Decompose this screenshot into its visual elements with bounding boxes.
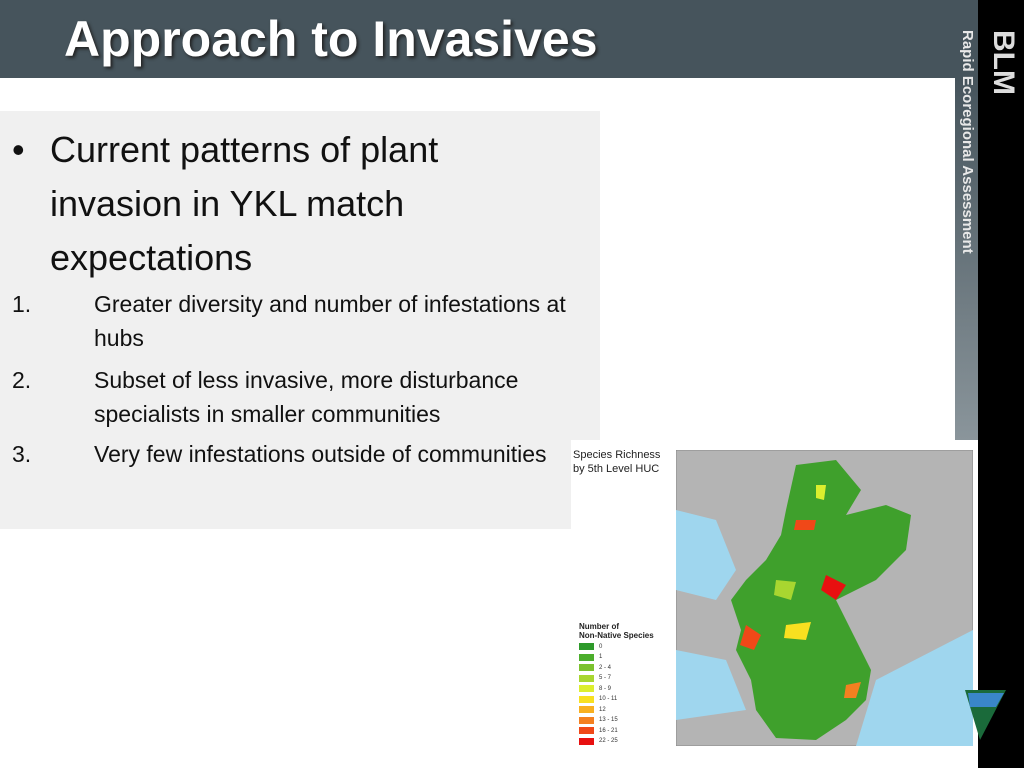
map-title: Species Richness by 5th Level HUC: [573, 449, 661, 475]
legend-swatch: [579, 643, 594, 650]
legend-entry: 16 - 21: [579, 727, 618, 734]
legend-swatch: [579, 664, 594, 671]
legend-label: 10 - 11: [599, 696, 618, 702]
legend-swatch: [579, 685, 594, 692]
title-bar: Approach to Invasives: [0, 0, 978, 78]
map-image: [676, 450, 973, 746]
legend-label: 12: [599, 706, 606, 713]
legend-swatch: [579, 716, 594, 724]
rea-subtitle: Rapid Ecoregional Assessment: [959, 30, 976, 254]
legend-label: 16 - 21: [599, 727, 618, 734]
blm-brand: BLM: [987, 30, 1020, 95]
legend-swatch: [579, 695, 594, 703]
legend-entry: 12: [579, 706, 606, 713]
slide-title: Approach to Invasives: [64, 11, 598, 67]
item-text: Subset of less invasive, more disturbanc…: [94, 367, 519, 427]
species-richness-map: Species Richness by 5th Level HUC Number …: [571, 440, 977, 748]
blm-logo-icon: [965, 690, 1006, 740]
item-text: Greater diversity and number of infestat…: [94, 291, 566, 351]
legend-label: 0: [599, 643, 603, 650]
legend-entry: 2 - 4: [579, 664, 611, 671]
item-number: 3.: [12, 441, 32, 467]
legend-label: 1: [599, 654, 603, 660]
legend-swatch: [579, 737, 594, 745]
side-black-strip: [978, 0, 1024, 768]
item-text: Very few infestations outside of communi…: [94, 441, 547, 467]
legend-label: 5 - 7: [599, 675, 612, 681]
legend-entry: 8 - 9: [579, 685, 611, 692]
legend-swatch: [579, 674, 594, 682]
legend-title: Number of Non-Native Species: [579, 622, 654, 640]
legend-swatch: [579, 727, 594, 734]
legend-entry: 0: [579, 643, 602, 650]
content-box: • Current patterns of plant invasion in …: [0, 111, 600, 529]
legend-swatch: [579, 706, 594, 713]
legend-entry: 10 - 11: [579, 695, 618, 703]
legend-entry: 1: [579, 653, 603, 661]
legend-entry: 5 - 7: [579, 674, 612, 682]
bullet-icon: •: [12, 129, 25, 170]
legend-swatch: [579, 653, 594, 661]
legend-label: 22 - 25: [599, 738, 618, 744]
legend-label: 13 - 15: [599, 717, 618, 723]
legend-label: 2 - 4: [599, 664, 612, 671]
item-number: 1.: [12, 291, 32, 317]
legend-label: 8 - 9: [599, 685, 612, 692]
legend-entry: 22 - 25: [579, 737, 618, 745]
legend-entry: 13 - 15: [579, 716, 618, 724]
item-number: 2.: [12, 367, 32, 393]
bullet-text: Current patterns of plant invasion in YK…: [50, 129, 439, 278]
